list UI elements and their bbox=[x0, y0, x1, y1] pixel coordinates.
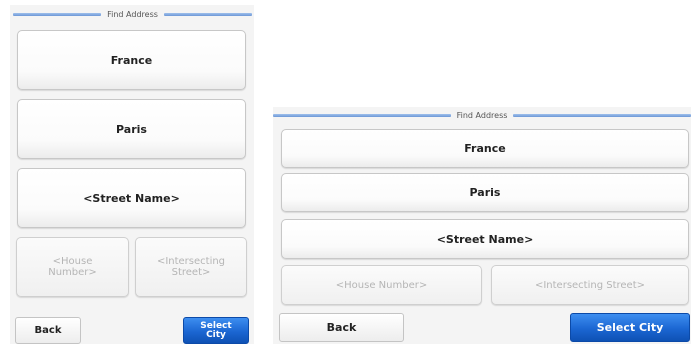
title-line-right bbox=[163, 12, 253, 16]
page-title: Find Address bbox=[107, 9, 158, 19]
back-button[interactable]: Back bbox=[15, 317, 81, 344]
country-button[interactable]: France bbox=[281, 129, 689, 168]
street-button[interactable]: <Street Name> bbox=[17, 168, 246, 228]
title-line-left bbox=[273, 113, 451, 117]
intersecting-street-label: <Intersecting Street> bbox=[156, 256, 226, 278]
street-button[interactable]: <Street Name> bbox=[281, 219, 689, 259]
house-number-button[interactable]: <House Number> bbox=[16, 237, 129, 297]
city-label: Paris bbox=[469, 186, 501, 199]
intersecting-street-button[interactable]: <Intersecting Street> bbox=[491, 265, 689, 305]
back-button[interactable]: Back bbox=[279, 313, 404, 342]
screenshot-stage: Find Address France Paris <Street Name> … bbox=[0, 0, 691, 344]
title-bar: Find Address bbox=[10, 5, 254, 23]
select-city-button[interactable]: Select City bbox=[570, 313, 690, 342]
house-number-label: <House Number> bbox=[48, 256, 97, 278]
street-label: <Street Name> bbox=[436, 232, 534, 246]
back-label: Back bbox=[34, 325, 62, 336]
intersecting-street-label: <Intersecting Street> bbox=[534, 279, 646, 291]
select-city-label: Select City bbox=[596, 321, 664, 334]
intersecting-street-button[interactable]: <Intersecting Street> bbox=[135, 237, 247, 297]
city-label: Paris bbox=[116, 122, 147, 136]
select-city-label: Select City bbox=[200, 320, 232, 340]
house-number-button[interactable]: <House Number> bbox=[281, 265, 482, 305]
house-number-label: <House Number> bbox=[335, 279, 428, 291]
city-button[interactable]: Paris bbox=[281, 173, 689, 212]
country-label: France bbox=[110, 53, 153, 67]
title-bar: Find Address bbox=[273, 107, 691, 123]
select-city-button[interactable]: Select City bbox=[183, 317, 249, 344]
city-button[interactable]: Paris bbox=[17, 99, 246, 159]
title-line-right bbox=[513, 113, 691, 117]
street-label: <Street Name> bbox=[83, 191, 180, 205]
country-button[interactable]: France bbox=[17, 30, 246, 90]
title-line-left bbox=[13, 12, 102, 16]
find-address-screen-landscape: Find Address France Paris <Street Name> … bbox=[273, 107, 691, 344]
back-label: Back bbox=[326, 321, 357, 334]
page-title: Find Address bbox=[456, 110, 508, 120]
country-label: France bbox=[464, 142, 506, 155]
find-address-screen-portrait: Find Address France Paris <Street Name> … bbox=[10, 5, 254, 344]
